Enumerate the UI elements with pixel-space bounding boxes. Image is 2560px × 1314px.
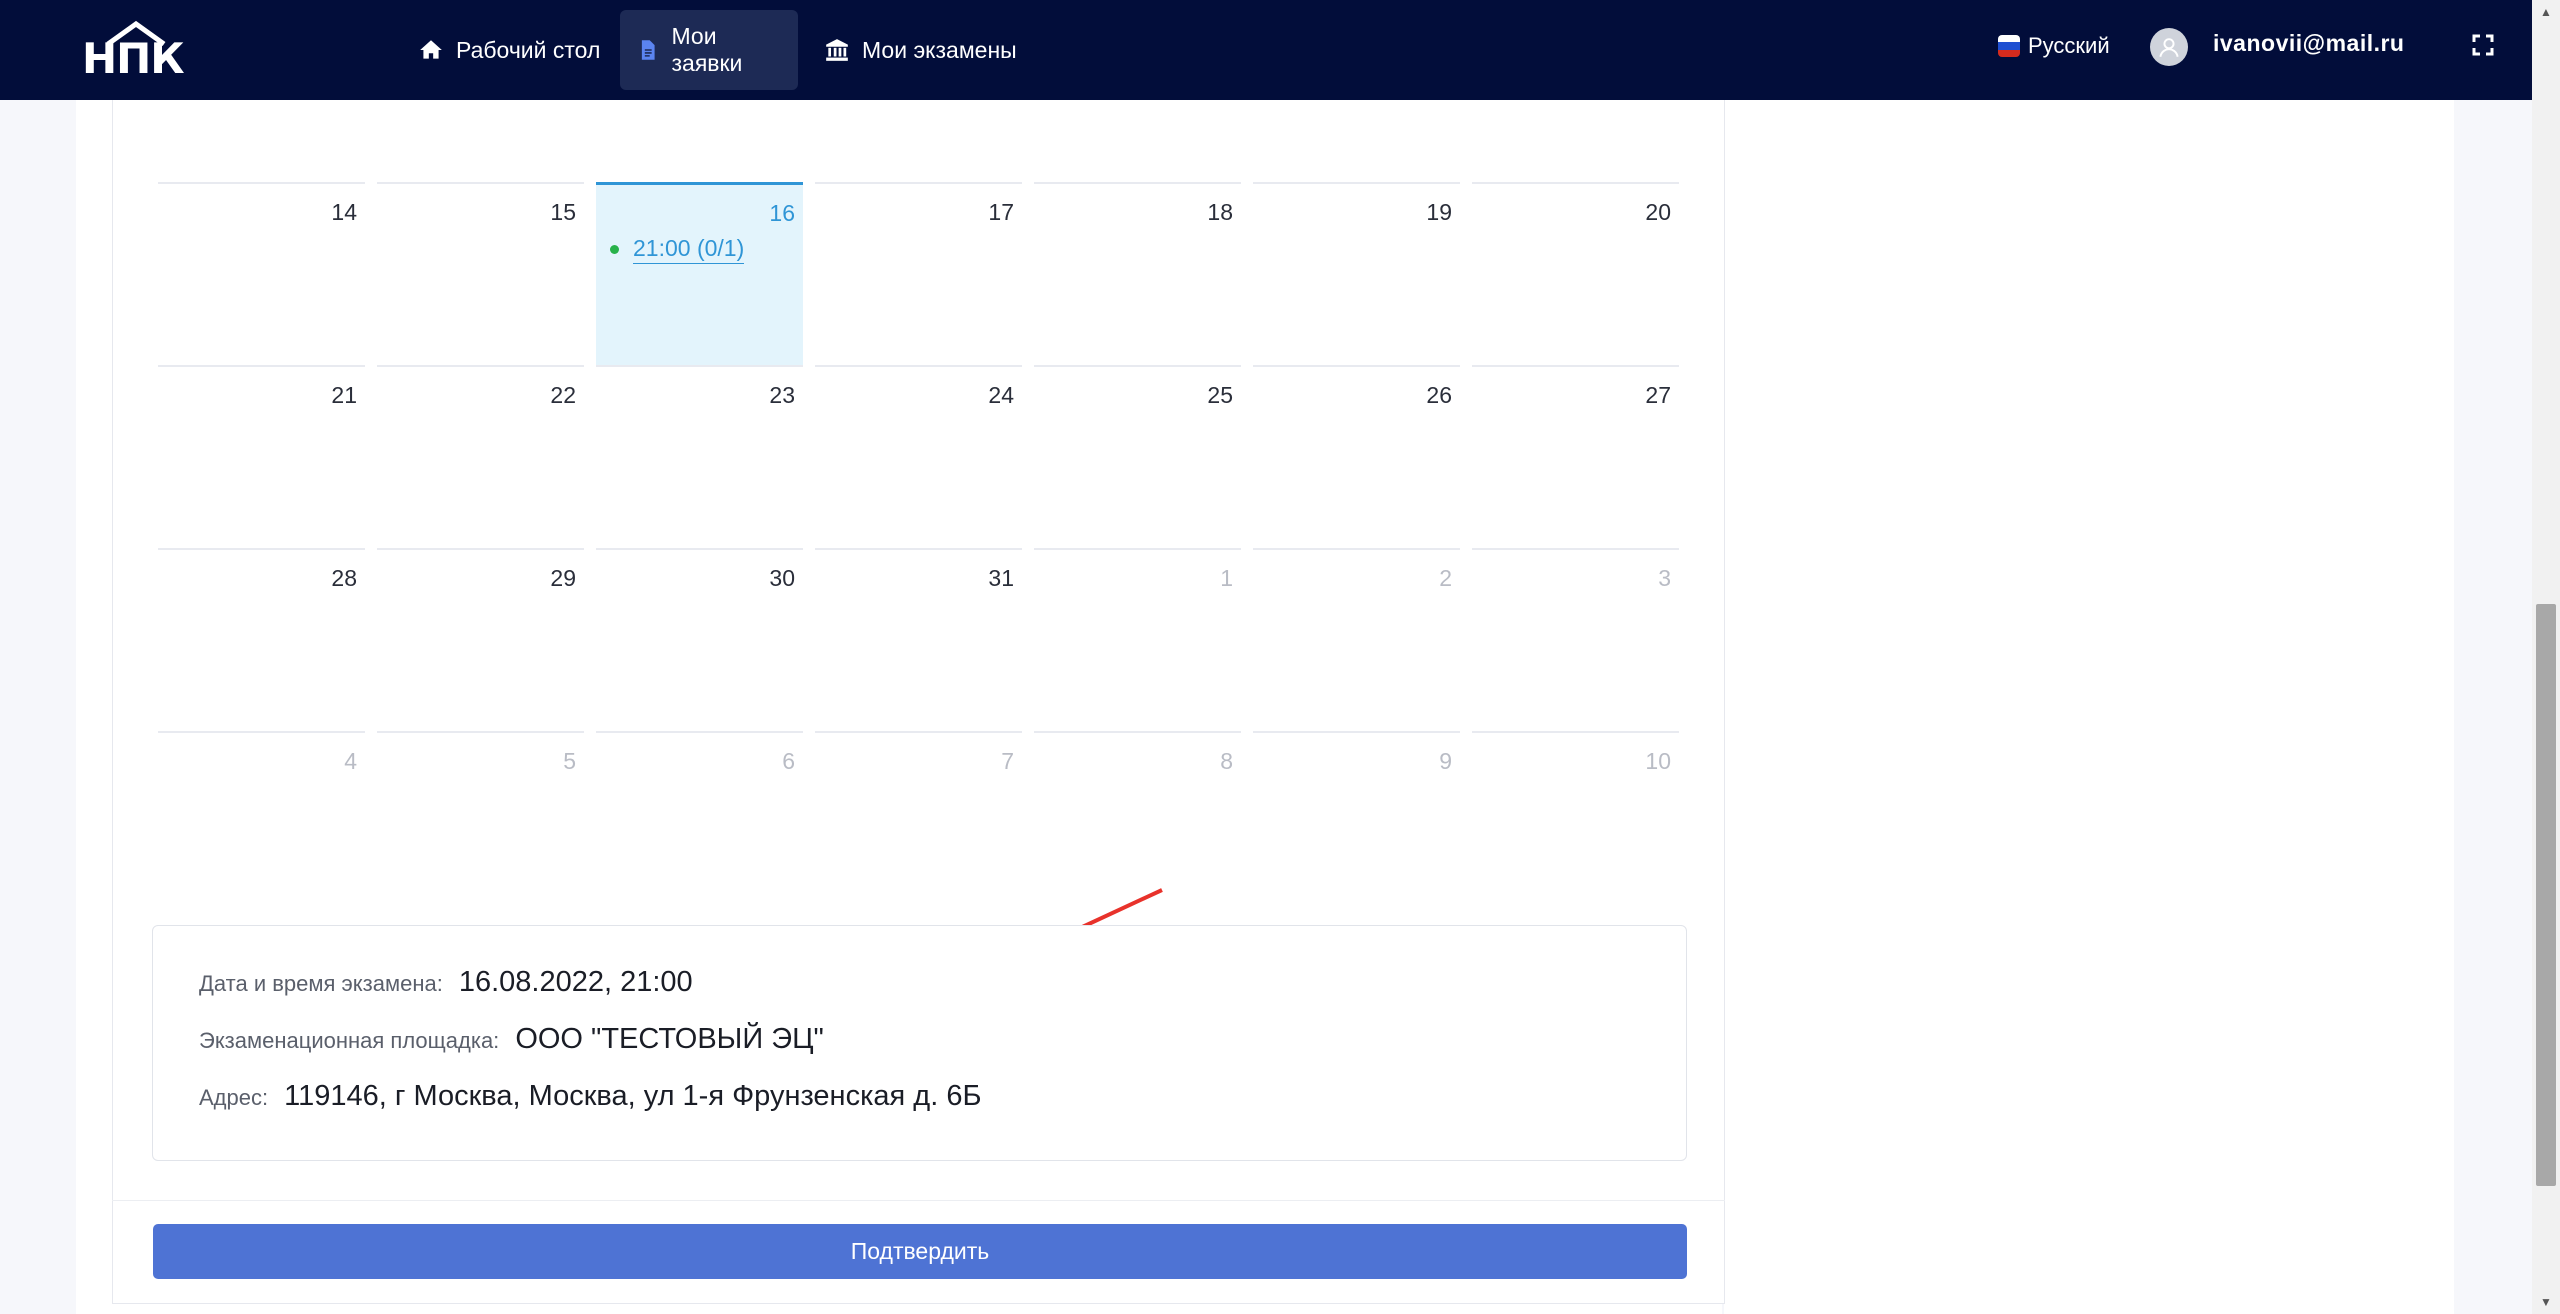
calendar-day-number: 27 <box>1645 382 1671 408</box>
calendar-day[interactable]: 19 <box>1253 182 1460 365</box>
calendar-day[interactable]: 20 <box>1472 182 1679 365</box>
user-email[interactable]: ivanovii@mail.ru <box>2213 30 2404 57</box>
top-navbar: НПК Рабочий стол Мои заявки Мои экзамены… <box>0 0 2532 100</box>
calendar-day[interactable]: 31 <box>815 548 1022 731</box>
calendar-day-number: 8 <box>1220 748 1233 774</box>
calendar-day-selected[interactable]: 16 21:00 (0/1) <box>596 182 803 365</box>
calendar-day[interactable]: 28 <box>158 548 365 731</box>
calendar-day-number: 22 <box>550 382 576 408</box>
calendar-day-number: 15 <box>550 199 576 225</box>
calendar-week-row: 21 22 23 24 25 26 27 <box>158 365 1684 548</box>
calendar-day-number: 17 <box>988 199 1014 225</box>
calendar-day[interactable]: 18 <box>1034 182 1241 365</box>
calendar-day-number: 6 <box>782 748 795 774</box>
calendar-day[interactable]: 21 <box>158 365 365 548</box>
scroll-up-arrow-icon[interactable]: ▲ <box>2536 2 2556 22</box>
calendar-day-number: 21 <box>331 382 357 408</box>
nav-label-my-exams: Мои экзамены <box>862 36 1017 63</box>
fullscreen-icon[interactable] <box>2472 34 2494 56</box>
exam-address-row: Адрес: 119146, г Москва, Москва, ул 1-я … <box>199 1080 981 1113</box>
nav-item-my-exams[interactable]: Мои экзамены <box>808 10 1033 90</box>
calendar-day[interactable]: 22 <box>377 365 584 548</box>
scroll-down-arrow-icon[interactable]: ▼ <box>2536 1292 2556 1312</box>
exam-address-label: Адрес: <box>199 1085 269 1110</box>
calendar-day-number: 1 <box>1220 565 1233 591</box>
logo-roof-icon <box>106 20 166 46</box>
calendar-day[interactable]: 5 <box>377 731 584 914</box>
footer-divider <box>112 1200 1725 1201</box>
calendar-day[interactable]: 23 <box>596 365 803 548</box>
calendar-day[interactable]: 6 <box>596 731 803 914</box>
calendar-day[interactable]: 14 <box>158 182 365 365</box>
calendar-day-number: 9 <box>1439 748 1452 774</box>
calendar-day[interactable]: 7 <box>815 731 1022 914</box>
calendar-day[interactable]: 24 <box>815 365 1022 548</box>
exam-datetime-value: 16.08.2022, 21:00 <box>458 966 693 998</box>
exam-info-box: Дата и время экзамена: 16.08.2022, 21:00… <box>152 925 1687 1161</box>
home-icon <box>420 40 442 59</box>
calendar-day-number: 5 <box>563 748 576 774</box>
calendar-day-number: 29 <box>550 565 576 591</box>
calendar-day-number: 14 <box>331 199 357 225</box>
side-panel <box>1724 100 2454 1314</box>
calendar-week-row: 28 29 30 31 1 2 3 <box>158 548 1684 731</box>
calendar-day-number: 31 <box>988 565 1014 591</box>
nav-label-dashboard: Рабочий стол <box>456 36 601 63</box>
document-icon <box>641 40 655 60</box>
calendar-day[interactable]: 27 <box>1472 365 1679 548</box>
exam-venue-row: Экзаменационная площадка: ООО "ТЕСТОВЫЙ … <box>199 1023 824 1056</box>
exam-venue-label: Экзаменационная площадка: <box>199 1028 500 1053</box>
calendar-week-row: 14 15 16 21:00 (0/1) 17 18 19 20 <box>158 182 1684 365</box>
calendar-day-number: 3 <box>1658 565 1671 591</box>
user-avatar[interactable] <box>2150 28 2188 66</box>
calendar-day-number: 10 <box>1645 748 1671 774</box>
calendar-day-number: 7 <box>1001 748 1014 774</box>
nav-item-dashboard[interactable]: Рабочий стол <box>402 10 616 90</box>
calendar-day-number: 30 <box>769 565 795 591</box>
confirm-button[interactable]: Подтвердить <box>153 1224 1687 1279</box>
language-selector[interactable]: Русский <box>1998 28 2110 64</box>
calendar-day[interactable]: 15 <box>377 182 584 365</box>
calendar-day-number: 25 <box>1207 382 1233 408</box>
nav-label-my-applications: Мои заявки <box>671 23 743 76</box>
russia-flag-icon <box>1998 35 2020 57</box>
calendar-day-number: 24 <box>988 382 1014 408</box>
calendar-day[interactable]: 1 <box>1034 548 1241 731</box>
calendar-event-label: 21:00 (0/1) <box>633 235 745 264</box>
scrollbar-thumb[interactable] <box>2536 604 2556 1186</box>
calendar-day-number: 4 <box>344 748 357 774</box>
calendar-day-number: 20 <box>1645 199 1671 225</box>
calendar-day[interactable]: 25 <box>1034 365 1241 548</box>
calendar-day[interactable]: 30 <box>596 548 803 731</box>
calendar-day-number: 26 <box>1426 382 1452 408</box>
user-icon <box>2159 38 2179 58</box>
calendar-day-number: 2 <box>1439 565 1452 591</box>
exam-address-value: 119146, г Москва, Москва, ул 1-я Фрунзен… <box>284 1080 982 1112</box>
exam-datetime-label: Дата и время экзамена: <box>199 971 443 996</box>
calendar-day-number: 19 <box>1426 199 1452 225</box>
logo[interactable]: НПК <box>82 20 194 80</box>
calendar-day-number: 23 <box>769 382 795 408</box>
calendar-day[interactable]: 10 <box>1472 731 1679 914</box>
calendar-day[interactable]: 9 <box>1253 731 1460 914</box>
status-dot-icon <box>610 245 619 254</box>
institution-icon <box>826 39 848 61</box>
calendar-day-number: 28 <box>331 565 357 591</box>
calendar-day[interactable]: 17 <box>815 182 1022 365</box>
exam-calendar: 14 15 16 21:00 (0/1) 17 18 19 20 21 22 23 24 25 26 27 2… <box>158 182 1684 914</box>
calendar-day[interactable]: 2 <box>1253 548 1460 731</box>
nav-item-my-applications[interactable]: Мои заявки <box>620 10 798 90</box>
calendar-day[interactable]: 4 <box>158 731 365 914</box>
language-label: Русский <box>2028 33 2110 58</box>
exam-venue-value: ООО "ТЕСТОВЫЙ ЭЦ" <box>515 1023 824 1055</box>
calendar-day[interactable]: 29 <box>377 548 584 731</box>
calendar-event-slot[interactable]: 21:00 (0/1) <box>610 235 745 264</box>
calendar-day-number: 16 <box>769 200 795 226</box>
calendar-day[interactable]: 3 <box>1472 548 1679 731</box>
calendar-day[interactable]: 26 <box>1253 365 1460 548</box>
calendar-day-number: 18 <box>1207 199 1233 225</box>
exam-datetime-row: Дата и время экзамена: 16.08.2022, 21:00 <box>199 966 693 999</box>
calendar-week-row: 4 5 6 7 8 9 10 <box>158 731 1684 914</box>
